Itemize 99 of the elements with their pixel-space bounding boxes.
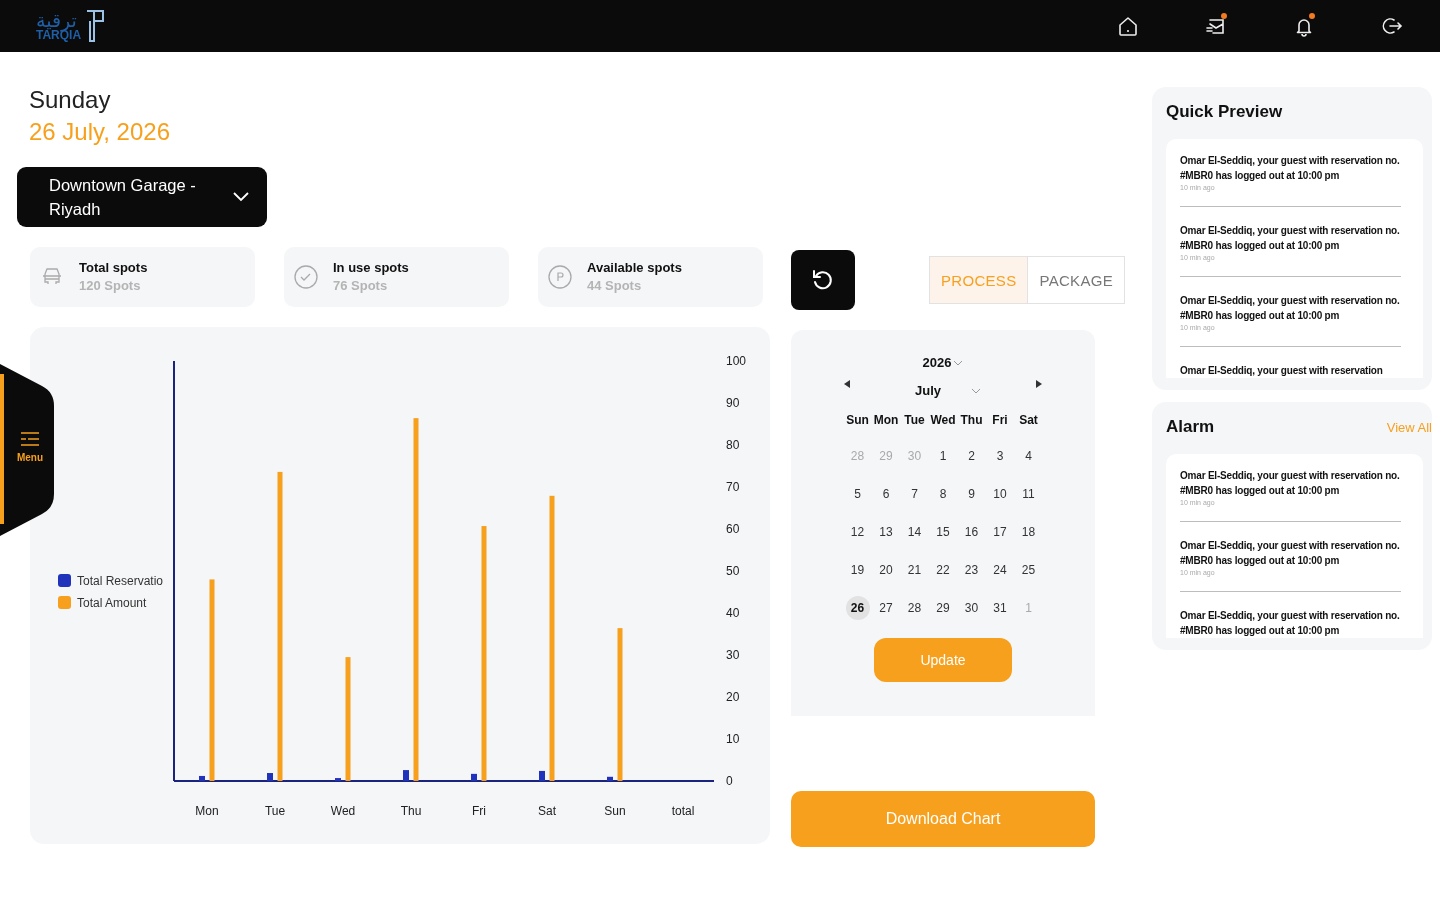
home-icon [1116,14,1140,38]
legend-swatch [58,574,71,587]
calendar-day[interactable]: 14 [902,520,927,544]
notification-text: Omar El-Seddiq, your guest with reservation no. #MBR0 has logged out at 10:00 pm [1180,154,1401,183]
y-tick-label: 10 [726,732,740,746]
weekday-label: Mon [872,412,900,429]
calendar-day[interactable]: 28 [902,596,927,620]
notification-text: Omar El-Seddiq, your guest with reservation no. #MBR0 has logged out at 10:00 pm [1180,609,1401,638]
stat-title: Total spots [79,259,148,277]
y-tick-label: 0 [726,774,733,788]
bar [607,776,613,781]
panel-title: Alarm [1166,416,1215,438]
calendar-day[interactable]: 29 [931,596,955,620]
calendar-day[interactable]: 26 [845,596,870,620]
notification-text: Omar El-Seddiq, your guest with reservation no. #MBR0 has logged out at 10:00 pm [1180,539,1401,568]
calendar-day[interactable]: 1 [931,444,955,468]
y-tick-label: 70 [726,480,740,494]
x-tick-label: total [671,804,695,818]
calendar-day[interactable]: 23 [959,558,984,582]
chevron-down-icon [953,360,964,366]
calendar-day[interactable]: 18 [1016,520,1041,544]
calendar-day[interactable]: 31 [988,596,1012,620]
notification-text: Omar El-Seddiq, your guest with reservation no. #MBR0 has logged out at 10:00 pm [1180,224,1401,253]
weekday-label: Sun [845,412,870,429]
menu-icon [20,432,40,446]
date-heading: 26 July, 2026 [29,117,171,147]
weekday-label: Thu [959,412,984,429]
y-tick-label: 100 [726,354,747,368]
bar [335,778,341,781]
calendar-day[interactable]: 15 [931,520,955,544]
calendar-day[interactable]: 3 [988,444,1012,468]
calendar-day[interactable]: 20 [874,558,898,582]
weekday-label: Sat [1018,412,1039,429]
calendar-day[interactable]: 13 [874,520,898,544]
y-tick-label: 50 [726,564,740,578]
calendar-day[interactable]: 22 [931,558,955,582]
legend-swatch [58,596,71,609]
weekday-heading: Sunday [29,85,112,115]
year-dropdown[interactable]: 2026 [922,354,964,372]
x-tick-label: Sun [604,804,626,818]
calendar-day[interactable]: 11 [1016,482,1041,506]
calendar-day[interactable]: 24 [988,558,1012,582]
calendar-day[interactable]: 4 [1016,444,1041,468]
calendar-day[interactable]: 19 [845,558,870,582]
calendar-day[interactable]: 27 [874,596,898,620]
garage-dropdown[interactable]: Downtown Garage - Riyadh [17,167,267,227]
calendar-day[interactable]: 17 [988,520,1012,544]
y-tick-label: 40 [726,606,740,620]
y-tick-label: 30 [726,648,740,662]
x-tick-label: Thu [400,804,422,818]
y-tick-label: 80 [726,438,740,452]
refresh-button[interactable] [791,250,855,310]
bar [539,770,545,781]
y-tick-label: 60 [726,522,740,536]
bar [199,775,205,781]
triangle-right-icon [1035,378,1043,389]
y-tick-label: 90 [726,396,740,410]
triangle-left-icon [843,378,851,389]
x-tick-label: Tue [264,804,286,818]
calendar-day[interactable]: 10 [988,482,1012,506]
stat-title: Available spots [587,259,682,277]
stat-value: 76 Spots [333,277,389,295]
calendar-day[interactable]: 7 [902,482,927,506]
stat-value: 44 Spots [587,277,643,295]
calendar-day[interactable]: 5 [845,482,870,506]
calendar-day[interactable]: 2 [959,444,984,468]
calendar-day[interactable]: 21 [902,558,927,582]
x-tick-label: Sat [538,804,556,818]
stat-title: In use spots [333,259,409,277]
notification-text: Omar El-Seddiq, your guest with reservation [1180,364,1384,378]
parking-icon [548,265,572,289]
calendar-day[interactable]: 6 [874,482,898,506]
weekday-label: Tue [903,412,926,429]
side-menu-tab[interactable]: Menu [0,364,54,536]
x-tick-label: Fri [472,804,486,818]
calendar-day[interactable]: 30 [959,596,984,620]
weekday-label: Fri [991,412,1009,429]
bar [403,770,409,781]
calendar-day[interactable]: 8 [931,482,955,506]
notification-text: Omar El-Seddiq, your guest with reservation no. #MBR0 has logged out at 10:00 pm [1180,294,1401,323]
weekday-label: Wed [929,412,957,429]
legend-label: Total Amount [77,596,147,610]
calendar-day[interactable]: 12 [845,520,870,544]
check-circle-icon [294,265,318,289]
calendar-day[interactable]: 9 [959,482,984,506]
chevron-down-icon [233,192,249,202]
y-tick-label: 20 [726,690,740,704]
chevron-down-icon [971,388,981,394]
bar [471,773,477,781]
legend-label: Total Reservatio [77,574,164,588]
calendar-day[interactable]: 25 [1016,558,1041,582]
stat-value: 120 Spots [79,277,142,295]
month-dropdown[interactable]: July [905,382,981,400]
notification-text: Omar El-Seddiq, your guest with reservation no. #MBR0 has logged out at 10:00 pm [1180,469,1401,498]
x-tick-label: Wed [330,804,356,818]
calendar-day[interactable]: 16 [959,520,984,544]
x-tick-label: Mon [195,804,219,818]
panel-title: Quick Preview [1166,101,1283,123]
bar [267,773,273,781]
